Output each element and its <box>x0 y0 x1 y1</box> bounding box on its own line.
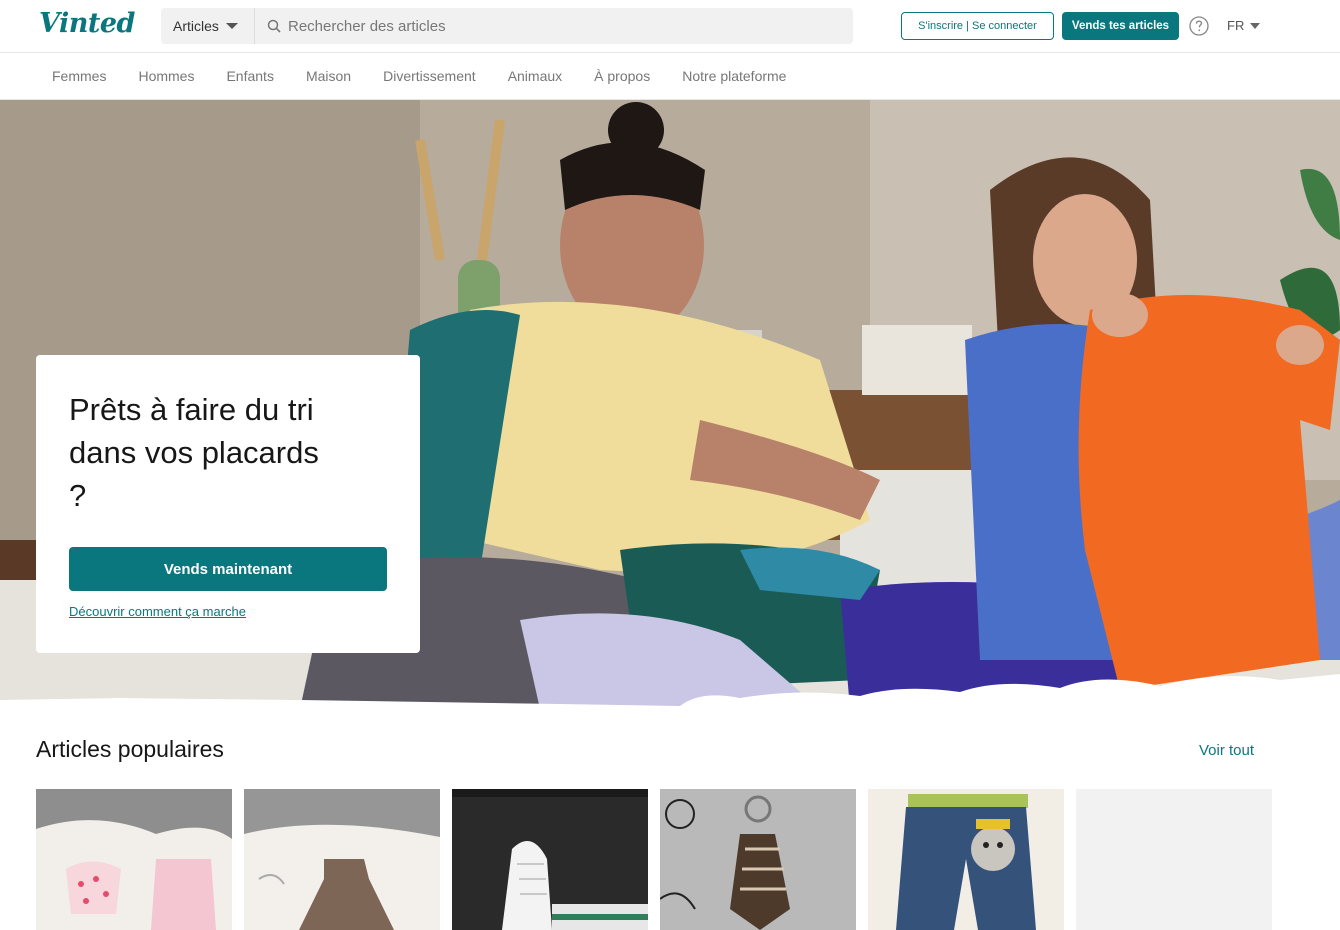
hero-title: Prêts à faire du tri dans vos placards ? <box>69 392 319 513</box>
help-icon[interactable] <box>1189 16 1209 36</box>
hero-card: Prêts à faire du tri dans vos placards ?… <box>36 355 420 653</box>
top-header: Vinted Articles S'inscrire | Se connecte… <box>0 0 1340 53</box>
language-selector[interactable]: FR <box>1227 18 1261 33</box>
item-card-placeholder[interactable] <box>1076 789 1272 930</box>
see-all-link[interactable]: Voir tout <box>1199 742 1254 759</box>
search-category-select[interactable]: Articles <box>161 8 255 44</box>
nav-item-animaux[interactable]: Animaux <box>492 68 578 84</box>
item-photo <box>660 789 856 930</box>
nav-item-maison[interactable]: Maison <box>290 68 367 84</box>
search-input[interactable] <box>288 9 828 43</box>
item-card[interactable] <box>244 789 440 930</box>
item-photo <box>1076 789 1272 930</box>
chevron-down-icon <box>1250 22 1261 29</box>
nav-item-hommes[interactable]: Hommes <box>122 68 210 84</box>
vinted-logo[interactable]: Vinted <box>39 8 135 39</box>
signup-login-button[interactable]: S'inscrire | Se connecter <box>901 12 1054 40</box>
sell-now-button[interactable]: Vends maintenant <box>69 547 387 591</box>
item-photo <box>36 789 232 930</box>
hero-banner: Prêts à faire du tri dans vos placards ?… <box>0 100 1340 709</box>
popular-items-list <box>36 789 1272 930</box>
item-photo <box>868 789 1064 930</box>
language-label: FR <box>1227 18 1245 33</box>
item-card[interactable] <box>868 789 1064 930</box>
nav-item-divertissement[interactable]: Divertissement <box>367 68 492 84</box>
search-bar: Articles <box>161 8 853 44</box>
search-category-label: Articles <box>173 18 219 34</box>
item-card[interactable] <box>452 789 648 930</box>
nav-item-notre-plateforme[interactable]: Notre plateforme <box>666 68 802 84</box>
nav-item-enfants[interactable]: Enfants <box>210 68 289 84</box>
search-icon <box>267 19 281 33</box>
sell-items-button[interactable]: Vends tes articles <box>1062 12 1179 40</box>
item-card[interactable] <box>36 789 232 930</box>
item-card[interactable] <box>660 789 856 930</box>
item-photo <box>452 789 648 930</box>
popular-items-title: Articles populaires <box>36 736 224 762</box>
how-it-works-link[interactable]: Découvrir comment ça marche <box>69 604 246 619</box>
item-photo <box>244 789 440 930</box>
chevron-down-icon <box>225 23 238 29</box>
nav-item-a-propos[interactable]: À propos <box>578 68 666 84</box>
category-nav: Femmes Hommes Enfants Maison Divertissem… <box>0 53 1340 100</box>
nav-item-femmes[interactable]: Femmes <box>36 68 122 84</box>
